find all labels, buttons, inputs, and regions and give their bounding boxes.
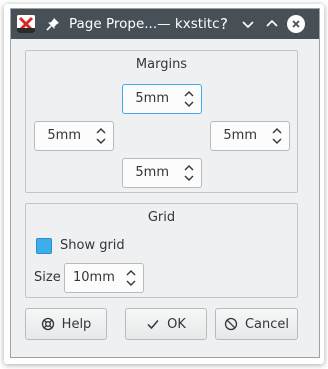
- help-icon[interactable]: ?: [214, 14, 234, 34]
- bottom-margin-value: 5mm: [135, 165, 169, 180]
- grid-group: Grid Show grid Size 10mm: [25, 203, 298, 298]
- margins-title: Margins: [135, 57, 188, 72]
- right-margin-value: 5mm: [223, 128, 257, 143]
- life-ring-icon: [41, 317, 54, 331]
- chevron-down-icon[interactable]: [238, 14, 258, 34]
- page-properties-dialog: Page Prope...— kxstitch ? Margins 5mm 5m…: [10, 8, 320, 358]
- ok-button-label: OK: [167, 316, 186, 332]
- window-title: Page Prope...— kxstitch: [69, 16, 219, 32]
- left-margin-spinbox[interactable]: 5mm: [34, 121, 114, 151]
- size-label: Size: [34, 270, 61, 285]
- margins-group: Margins 5mm 5mm 5mm 5mm: [25, 50, 298, 193]
- close-circle: [287, 15, 305, 33]
- title-bar[interactable]: Page Prope...— kxstitch ?: [11, 9, 319, 39]
- chevron-up-icon[interactable]: [262, 14, 282, 34]
- cancel-button-label: Cancel: [244, 316, 290, 332]
- spin-arrows-icon[interactable]: [125, 268, 137, 288]
- checkbox-fill: [40, 242, 48, 250]
- cancel-icon: [224, 317, 238, 331]
- help-glyph: ?: [220, 15, 228, 33]
- bottom-margin-spinbox[interactable]: 5mm: [122, 158, 202, 188]
- help-button[interactable]: Help: [25, 308, 107, 340]
- cancel-button[interactable]: Cancel: [215, 308, 298, 340]
- show-grid-label[interactable]: Show grid: [60, 238, 125, 253]
- top-margin-value: 5mm: [135, 91, 169, 106]
- close-icon[interactable]: [286, 14, 306, 34]
- spin-arrows-icon[interactable]: [95, 126, 107, 146]
- grid-size-spinbox[interactable]: 10mm: [64, 263, 144, 293]
- kxstitch-icon[interactable]: [17, 15, 35, 33]
- check-icon: [147, 320, 159, 330]
- pin-icon[interactable]: [45, 16, 61, 32]
- show-grid-checkbox[interactable]: [36, 238, 52, 254]
- grid-title: Grid: [147, 210, 176, 225]
- top-margin-spinbox[interactable]: 5mm: [122, 84, 202, 114]
- grid-size-value: 10mm: [73, 270, 115, 285]
- spin-arrows-icon[interactable]: [271, 126, 283, 146]
- spin-arrows-icon[interactable]: [183, 163, 195, 183]
- help-button-label: Help: [61, 316, 92, 332]
- left-margin-value: 5mm: [47, 128, 81, 143]
- right-margin-spinbox[interactable]: 5mm: [210, 121, 290, 151]
- spin-arrows-icon[interactable]: [183, 89, 195, 109]
- ok-button[interactable]: OK: [125, 308, 207, 340]
